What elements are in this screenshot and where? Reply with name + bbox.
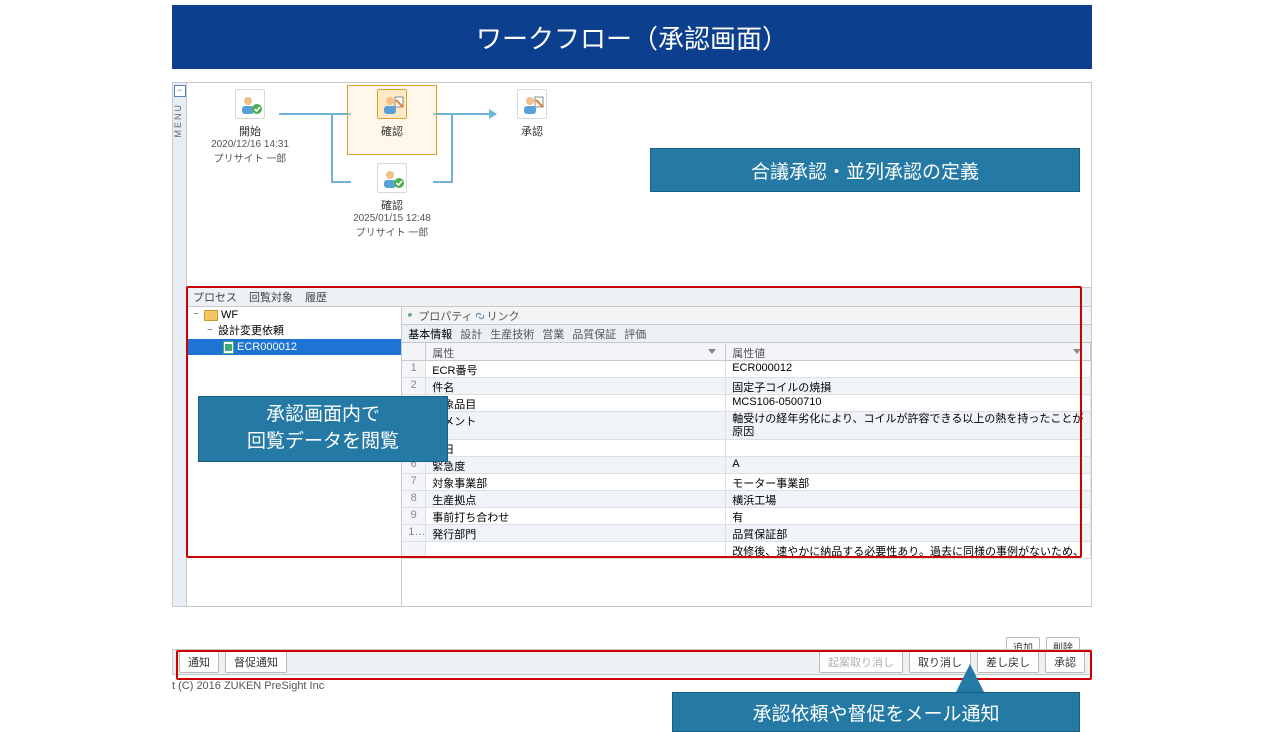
subtab-design[interactable]: 設計: [460, 326, 482, 342]
table-row[interactable]: 7対象事業部モーター事業部: [402, 474, 1091, 491]
property-grid: 属性 属性値 1ECR番号ECR0000122件名固定子コイルの焼損3対象品目M…: [402, 343, 1091, 606]
wf-node-start[interactable]: 開始 2020/12/16 14:31 プリサイト 一郎: [205, 89, 295, 165]
subtab-production[interactable]: 生産技術: [490, 326, 534, 342]
sort-icon[interactable]: [1072, 345, 1084, 357]
wf-node-confirm-2[interactable]: 確認 2025/01/15 12:48 プリサイト 一郎: [347, 163, 437, 239]
wf-node-label: 確認: [347, 123, 437, 139]
person-edit-icon: [517, 89, 547, 119]
subtab-eval[interactable]: 評価: [624, 326, 646, 342]
callout-browse-data: 承認画面内で 回覧データを閲覧: [198, 396, 448, 462]
tab-history[interactable]: 履歴: [305, 289, 327, 305]
row-val: 固定子コイルの焼損: [726, 378, 1091, 394]
row-attr: ECR番号: [426, 361, 726, 377]
wf-node-confirm-1[interactable]: 確認: [347, 89, 437, 139]
table-row[interactable]: 8生産拠点横浜工場: [402, 491, 1091, 508]
col-attr-header: 属性: [432, 345, 454, 358]
person-check-icon: [377, 163, 407, 193]
person-edit-icon: [377, 89, 407, 119]
tab-routing[interactable]: 回覧対象: [249, 289, 293, 305]
revoke-button: 起案取り消し: [819, 651, 903, 673]
wf-node-label: 承認: [487, 123, 577, 139]
row-val: 改修後、速やかに納品する必要性あり。過去に同様の事例がないため、: [726, 542, 1091, 558]
notify-button[interactable]: 通知: [179, 651, 219, 673]
col-val-header: 属性値: [732, 345, 765, 358]
wf-node-approve[interactable]: 承認: [487, 89, 577, 139]
sort-icon[interactable]: [707, 345, 719, 357]
menu-toggle-icon[interactable]: −: [174, 85, 186, 97]
subtab-sales[interactable]: 営業: [542, 326, 564, 342]
tab-link[interactable]: リンク: [487, 308, 520, 324]
approve-button[interactable]: 承認: [1045, 651, 1085, 673]
tree-leaf-selected[interactable]: ECR000012: [187, 339, 401, 355]
table-row[interactable]: 6緊急度A: [402, 457, 1091, 474]
row-val: 横浜工場: [726, 491, 1091, 507]
row-num: 8: [402, 491, 426, 507]
table-row[interactable]: 5期日: [402, 440, 1091, 457]
process-tabs: プロセス 回覧対象 履歴: [187, 287, 1091, 307]
wrench-icon: [406, 311, 416, 321]
tab-properties[interactable]: プロパティ: [418, 308, 472, 324]
tree-branch[interactable]: − 設計変更依頼: [187, 323, 401, 339]
table-row[interactable]: 10発行部門品質保証部: [402, 525, 1091, 542]
row-attr: 件名: [426, 378, 726, 394]
document-icon: [223, 341, 234, 354]
callout-pointer: [956, 664, 984, 692]
copyright: t (C) 2016 ZUKEN PreSight Inc: [172, 680, 324, 692]
right-tabs: プロパティ リンク: [402, 307, 1091, 325]
row-val: 品質保証部: [726, 525, 1091, 541]
row-attr: 対象品目: [426, 395, 726, 411]
row-attr: [426, 542, 726, 558]
row-val: モーター事業部: [726, 474, 1091, 490]
table-row[interactable]: 2件名固定子コイルの焼損: [402, 378, 1091, 395]
menu-strap: − MENU: [173, 83, 187, 606]
row-num: 1: [402, 361, 426, 377]
table-row[interactable]: 1ECR番号ECR000012: [402, 361, 1091, 378]
row-val: ECR000012: [726, 361, 1091, 377]
screen-title: ワークフロー（承認画面）: [172, 5, 1092, 69]
row-attr: コメント: [426, 412, 726, 439]
row-num: 10: [402, 525, 426, 541]
remind-button[interactable]: 督促通知: [225, 651, 287, 673]
tab-process[interactable]: プロセス: [193, 289, 237, 305]
callout-mail-notify: 承認依頼や督促をメール通知: [672, 692, 1080, 732]
folder-icon: [204, 310, 218, 321]
table-row[interactable]: 改修後、速やかに納品する必要性あり。過去に同様の事例がないため、: [402, 542, 1091, 559]
sendback-button[interactable]: 差し戻し: [977, 651, 1039, 673]
row-val: 有: [726, 508, 1091, 524]
row-num: 2: [402, 378, 426, 394]
row-num: 9: [402, 508, 426, 524]
row-attr: 事前打ち合わせ: [426, 508, 726, 524]
action-bar: 通知 督促通知 起案取り消し 取り消し 差し戻し 承認: [172, 649, 1092, 675]
table-row[interactable]: 9事前打ち合わせ有: [402, 508, 1091, 525]
link-icon: [475, 311, 485, 321]
table-row[interactable]: 3対象品目MCS106-0500710: [402, 395, 1091, 412]
row-attr: 期日: [426, 440, 726, 456]
sub-tabs: 基本情報 設計 生産技術 営業 品質保証 評価: [402, 325, 1091, 343]
menu-label: MENU: [173, 103, 183, 138]
wf-node-label: 確認: [347, 197, 437, 213]
row-val: A: [726, 457, 1091, 473]
callout-parallel-approval: 合議承認・並列承認の定義: [650, 148, 1080, 192]
row-attr: 発行部門: [426, 525, 726, 541]
row-val: [726, 440, 1091, 456]
row-num: 7: [402, 474, 426, 490]
subtab-qa[interactable]: 品質保証: [572, 326, 616, 342]
table-row[interactable]: 4コメント軸受けの経年劣化により、コイルが許容できる以上の熱を持ったことが原因: [402, 412, 1091, 440]
row-attr: 対象事業部: [426, 474, 726, 490]
row-val: MCS106-0500710: [726, 395, 1091, 411]
row-val: 軸受けの経年劣化により、コイルが許容できる以上の熱を持ったことが原因: [726, 412, 1091, 439]
tree-root[interactable]: − WF: [187, 307, 401, 323]
row-num: [402, 542, 426, 558]
subtab-basic[interactable]: 基本情報: [408, 326, 452, 342]
right-pane: プロパティ リンク 基本情報 設計 生産技術 営業 品質保証 評価 属性: [402, 307, 1091, 606]
row-attr: 緊急度: [426, 457, 726, 473]
row-attr: 生産拠点: [426, 491, 726, 507]
person-check-icon: [235, 89, 265, 119]
wf-node-label: 開始: [205, 123, 295, 139]
